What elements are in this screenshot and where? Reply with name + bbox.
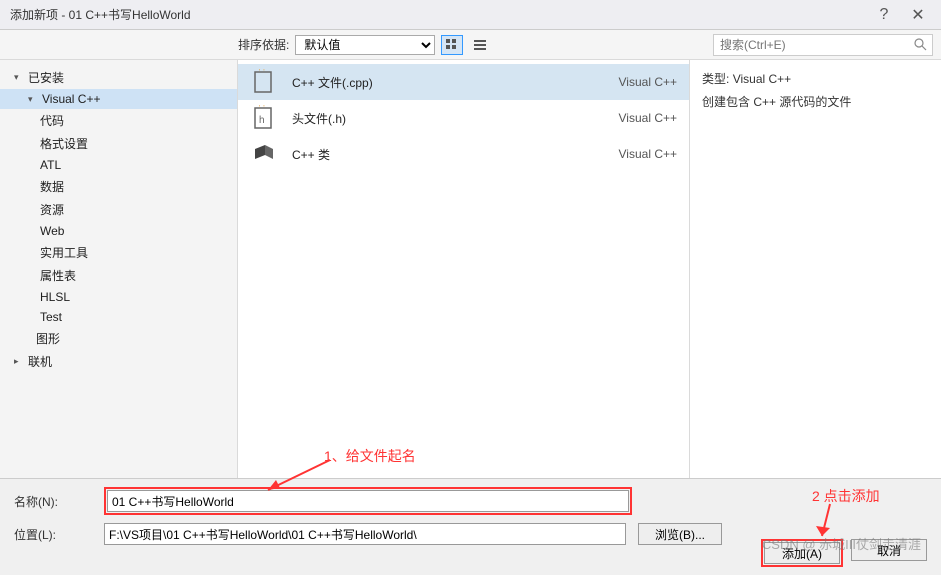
svg-text:h: h [259,115,265,126]
sort-select[interactable]: 默认值 [295,35,435,55]
info-description: 创建包含 C++ 源代码的文件 [702,93,929,110]
add-highlight: 添加(A) [761,539,843,567]
name-input[interactable] [107,490,629,512]
sidebar-item-util[interactable]: 实用工具 [0,241,237,264]
svg-text:++: ++ [257,105,267,109]
view-list-button[interactable] [469,35,491,55]
sidebar-item-data[interactable]: 数据 [0,175,237,198]
sidebar-installed[interactable]: ▾ 已安装 [0,66,237,89]
sort-label: 排序依据: [238,36,289,53]
chevron-down-icon: ▾ [14,72,24,83]
search-input[interactable] [720,38,910,52]
search-icon [910,38,930,51]
browse-button[interactable]: 浏览(B)... [638,523,722,545]
sidebar-visual-cpp[interactable]: ▾ Visual C++ [0,89,237,109]
info-panel: 类型: Visual C++ 创建包含 C++ 源代码的文件 [689,60,941,478]
name-label: 名称(N): [14,493,104,510]
location-label: 位置(L): [14,526,104,543]
sidebar-item-format[interactable]: 格式设置 [0,132,237,155]
sidebar-graphics[interactable]: 图形 [0,327,237,350]
add-button[interactable]: 添加(A) [764,542,840,564]
sidebar-item-web[interactable]: Web [0,221,237,241]
sidebar-item-resource[interactable]: 资源 [0,198,237,221]
cancel-button[interactable]: 取消 [851,539,927,561]
template-header-file[interactable]: h++ 头文件(.h) Visual C++ [238,100,689,136]
sidebar-item-test[interactable]: Test [0,307,237,327]
chevron-down-icon: ▾ [28,94,38,105]
window-title: 添加新项 - 01 C++书写HelloWorld [10,6,867,23]
list-icon [474,39,486,51]
main-area: ▾ 已安装 ▾ Visual C++ 代码 格式设置 ATL 数据 资源 Web… [0,60,941,478]
header-file-icon: h ++ [250,104,278,132]
search-box[interactable] [713,34,933,56]
sidebar-item-hlsl[interactable]: HLSL [0,287,237,307]
info-type: 类型: Visual C++ [702,70,929,87]
sidebar-online[interactable]: ▸ 联机 [0,350,237,373]
cpp-class-icon [250,140,278,168]
sidebar: ▾ 已安装 ▾ Visual C++ 代码 格式设置 ATL 数据 资源 Web… [0,60,238,478]
sidebar-item-atl[interactable]: ATL [0,155,237,175]
svg-text:++: ++ [257,69,267,73]
chevron-right-icon: ▸ [14,356,24,367]
template-cpp-class[interactable]: C++ 类 Visual C++ [238,136,689,172]
template-cpp-file[interactable]: ++ C++ 文件(.cpp) Visual C++ [238,64,689,100]
location-input[interactable] [104,523,626,545]
toolbar: 排序依据: 默认值 [0,30,941,60]
help-button[interactable]: ? [867,3,901,27]
template-list: ++ C++ 文件(.cpp) Visual C++ h++ 头文件(.h) V… [238,60,689,478]
grid-icon [446,39,458,51]
cpp-file-icon: ++ [250,68,278,96]
sidebar-item-code[interactable]: 代码 [0,109,237,132]
titlebar: 添加新项 - 01 C++书写HelloWorld ? ✕ [0,0,941,30]
bottom-panel: 名称(N): 位置(L): 浏览(B)... 添加(A) 取消 [0,478,941,575]
close-button[interactable]: ✕ [901,3,935,27]
sidebar-item-prop[interactable]: 属性表 [0,264,237,287]
name-highlight [104,487,632,515]
view-grid-button[interactable] [441,35,463,55]
